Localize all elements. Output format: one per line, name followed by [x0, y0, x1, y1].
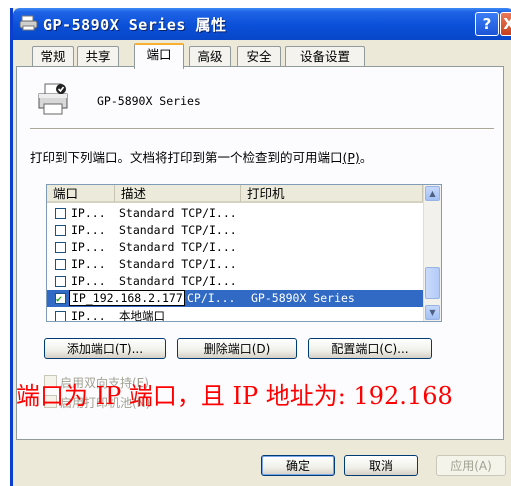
scroll-thumb[interactable] [425, 267, 440, 299]
tab-security[interactable]: 安全 [237, 46, 281, 67]
port-name-edit-field[interactable]: IP_192.168.2.177 [69, 290, 185, 306]
separator [30, 128, 494, 130]
port-checkbox[interactable] [55, 208, 66, 219]
ok-button[interactable]: 确定 [261, 455, 335, 476]
apply-button[interactable]: 应用(A) [436, 455, 506, 476]
cancel-button[interactable]: 取消 [344, 455, 418, 476]
title-bar[interactable]: GP-5890X Series 属性 ? X [13, 8, 511, 40]
port-row-selected[interactable]: IP_192.168.2.177 CP/I... GP-5890X Series [47, 290, 423, 308]
port-row[interactable]: IP... Standard TCP/I... [47, 239, 423, 256]
tab-sharing[interactable]: 共享 [77, 46, 119, 67]
port-checkbox[interactable] [55, 225, 66, 236]
tab-advanced[interactable]: 高级 [189, 46, 231, 67]
help-button[interactable]: ? [475, 12, 499, 36]
port-checkbox[interactable] [55, 311, 66, 321]
tab-device-settings[interactable]: 设备设置 [285, 46, 365, 67]
printer-name: GP-5890X Series [97, 94, 201, 108]
scroll-down-icon[interactable]: ▼ [425, 305, 440, 320]
delete-port-button[interactable]: 删除端口(D) [177, 338, 297, 359]
annotation-overlay-text: 端口为 IP 端口，且 IP 地址为: 192.168 [16, 382, 453, 410]
vertical-scrollbar[interactable]: ▲ ▼ [423, 185, 441, 321]
tab-ports[interactable]: 端口 [134, 43, 184, 69]
port-row[interactable]: IP... Standard TCP/I... [47, 256, 423, 273]
port-checkbox[interactable] [55, 242, 66, 253]
printer-icon [19, 15, 38, 31]
column-header-port[interactable]: 端口 [47, 185, 115, 203]
printer-large-icon [38, 83, 68, 115]
window-title: GP-5890X Series 属性 [43, 16, 227, 34]
instruction-text: 打印到下列端口。文档将打印到第一个检查到的可用端口(P)。 [30, 150, 373, 165]
add-port-button[interactable]: 添加端口(T)... [44, 338, 166, 359]
port-checkbox[interactable] [55, 276, 66, 287]
port-row[interactable]: IP... Standard TCP/I... [47, 205, 423, 222]
port-checkbox-checked[interactable] [55, 291, 66, 308]
scroll-up-icon[interactable]: ▲ [425, 186, 440, 201]
tab-general[interactable]: 常规 [32, 46, 74, 67]
configure-port-button[interactable]: 配置端口(C)... [308, 338, 432, 359]
port-row-partial[interactable]: IP... 本地端口 [47, 308, 423, 321]
port-checkbox[interactable] [55, 259, 66, 270]
ports-list[interactable]: 端口 描述 打印机 IP... Standard TCP/I... IP... … [46, 184, 442, 322]
close-button[interactable]: X [500, 12, 511, 36]
port-row[interactable]: IP... Standard TCP/I... [47, 222, 423, 239]
column-header-printer[interactable]: 打印机 [241, 185, 423, 203]
port-row[interactable]: IP... Standard TCP/I... [47, 273, 423, 290]
column-header-description[interactable]: 描述 [115, 185, 241, 203]
